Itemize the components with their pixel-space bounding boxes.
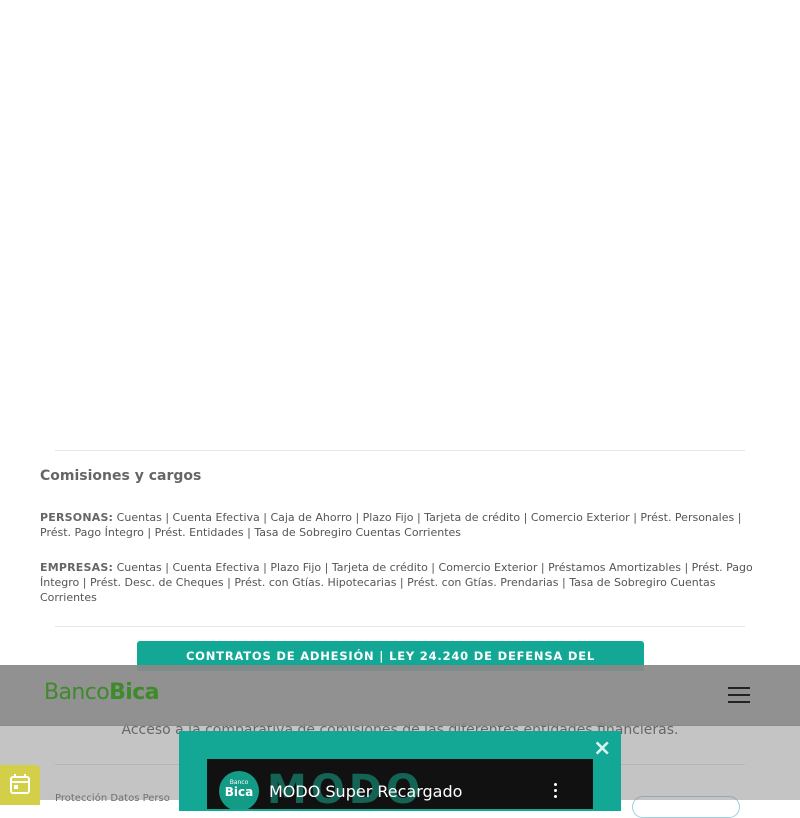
channel-avatar[interactable]: Banco Bica <box>219 771 259 809</box>
avatar-text-big: Bica <box>224 785 254 799</box>
video-title[interactable]: MODO Super Recargado <box>269 782 462 801</box>
video-player[interactable]: MODO Banco Bica MODO Super Recargado <box>207 759 593 809</box>
more-options-icon[interactable] <box>554 783 558 801</box>
fees-heading: Comisiones y cargos <box>40 468 202 484</box>
logo-text-bica: Bica <box>109 680 159 705</box>
close-icon[interactable]: × <box>593 737 611 761</box>
personas-label: PERSONAS: <box>40 511 114 524</box>
fees-personas: PERSONAS: Cuentas | Cuenta Efectiva | Ca… <box>40 510 765 540</box>
hamburger-menu-icon[interactable] <box>728 687 750 704</box>
divider-top <box>55 450 745 451</box>
calendar-icon <box>10 774 30 794</box>
personas-links[interactable]: Cuentas | Cuenta Efectiva | Caja de Ahor… <box>40 511 741 539</box>
banco-bica-logo[interactable]: BancoBica <box>44 680 159 705</box>
divider-bottom <box>55 626 745 627</box>
empresas-label: EMPRESAS: <box>40 561 114 574</box>
fees-empresas: EMPRESAS: Cuentas | Cuenta Efectiva | Pl… <box>40 560 765 605</box>
empresas-links[interactable]: Cuentas | Cuenta Efectiva | Plazo Fijo |… <box>40 561 753 604</box>
calendar-tab-button[interactable] <box>0 765 40 805</box>
logo-text-banco: Banco <box>44 680 110 705</box>
